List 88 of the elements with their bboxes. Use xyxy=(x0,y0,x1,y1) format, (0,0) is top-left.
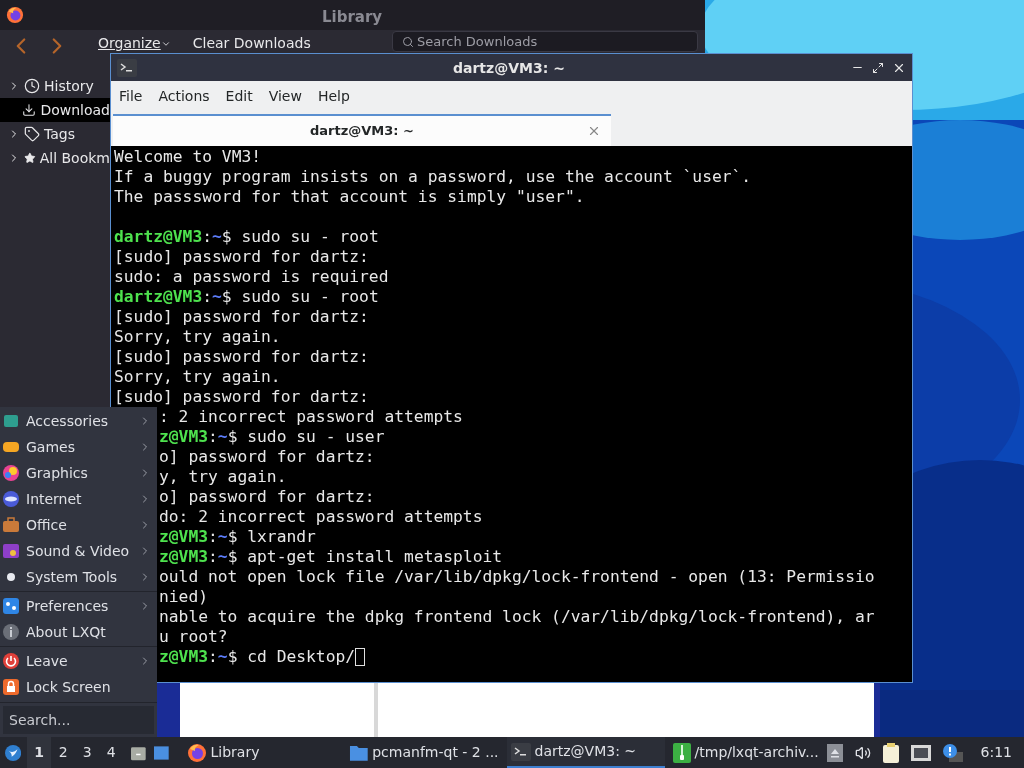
window-title: dartz@VM3: ~ xyxy=(453,59,565,78)
search-icon xyxy=(402,36,414,48)
workspace-button[interactable]: 1 xyxy=(27,737,52,768)
folder-icon xyxy=(348,743,369,762)
terminal-line: sudo: a password is required xyxy=(114,267,389,287)
task-button[interactable]: pcmanfm-qt - 2 ... xyxy=(344,737,503,768)
terminal-line: z@VM3:~$ lxrandr xyxy=(159,527,316,547)
power-icon xyxy=(2,652,20,670)
terminal-line: If a buggy program insists on a password, use the account `user`. xyxy=(114,167,752,187)
search-field[interactable]: Search... xyxy=(3,706,154,734)
settings-icon xyxy=(2,597,20,615)
organize-button[interactable]: Organize xyxy=(98,33,171,54)
volume-icon[interactable] xyxy=(854,744,871,761)
archive-icon xyxy=(672,742,691,763)
clear-downloads-button[interactable]: Clear Downloads xyxy=(192,33,311,54)
terminal-line: nied) xyxy=(159,587,208,607)
terminal-line: nable to acquire the dpkg frontend lock (/var/lib/dpkg/lock-frontend), ar xyxy=(159,607,875,627)
menu-item[interactable]: View xyxy=(264,86,306,107)
browser-icon xyxy=(186,742,207,763)
clock[interactable]: 6:11 xyxy=(980,742,1012,763)
search-field[interactable]: Search Downloads xyxy=(392,31,698,52)
terminal-line: u root? xyxy=(159,627,228,647)
terminal-line: The passsword for that account is simply "user". xyxy=(114,187,585,207)
globe-icon xyxy=(2,490,20,508)
task-button[interactable]: dartz@VM3: ~ xyxy=(506,737,665,768)
info-icon xyxy=(2,623,20,641)
star-icon xyxy=(24,150,36,166)
menu-item[interactable]: Edit xyxy=(221,86,257,107)
terminal-line: o] password for dartz: xyxy=(159,487,375,507)
terminal-line: Sorry, try again. xyxy=(114,327,281,347)
close-tab-icon[interactable] xyxy=(587,124,601,138)
tag-icon xyxy=(24,126,40,142)
network-icon[interactable] xyxy=(910,744,931,761)
media-icon xyxy=(2,542,20,560)
terminal-line: o] password for dartz: xyxy=(159,447,375,467)
terminal-line: ould not open lock file /var/lib/dpkg/lock-frontend - open (13: Permissio xyxy=(159,567,875,587)
notification-icon[interactable] xyxy=(942,743,963,762)
terminal-line: dartz@VM3:~$ sudo su - root xyxy=(114,287,379,307)
menu-item[interactable]: Office xyxy=(0,512,157,538)
terminal-line: [sudo] password for dartz: xyxy=(114,247,369,267)
menu-item[interactable]: Internet xyxy=(0,486,157,512)
terminal-line: Welcome to VM3! xyxy=(114,147,262,167)
maximize-button[interactable] xyxy=(872,61,884,74)
terminal-line: z@VM3:~$ apt-get install metasploit xyxy=(159,547,503,567)
browser-icon xyxy=(6,6,24,24)
terminal-line: y, try again. xyxy=(159,467,287,487)
menu-item[interactable]: System Tools xyxy=(0,564,157,590)
workspace-button[interactable]: 4 xyxy=(99,737,124,768)
menu-item[interactable]: Leave xyxy=(0,648,157,674)
sidebar-item[interactable]: Tags xyxy=(0,122,110,146)
sidebar-item[interactable]: All Bookm xyxy=(0,146,110,170)
download-icon xyxy=(22,102,37,118)
terminal-tab[interactable]: dartz@VM3: ~ xyxy=(113,114,611,146)
workspace-button[interactable]: 2 xyxy=(51,737,76,768)
clipboard-icon[interactable] xyxy=(882,742,899,763)
task-button[interactable]: /tmp/lxqt-archiv... xyxy=(668,737,827,768)
sidebar-item[interactable]: History xyxy=(0,74,110,98)
menu-item[interactable]: Accessories xyxy=(0,408,157,434)
desktop-icon[interactable] xyxy=(153,743,169,762)
terminal-icon xyxy=(510,742,531,761)
terminal-line: z@VM3:~$ cd Desktop/ xyxy=(159,647,356,667)
terminal-line: [sudo] password for dartz: xyxy=(114,347,369,367)
terminal-line: [sudo] password for dartz: xyxy=(114,387,369,407)
menu-item[interactable]: About LXQt xyxy=(0,619,157,645)
terminal-icon xyxy=(117,58,137,77)
terminal-line: z@VM3:~$ sudo su - user xyxy=(159,427,385,447)
terminal-line: do: 2 incorrect password attempts xyxy=(159,507,483,527)
menu-item[interactable]: Graphics xyxy=(0,460,157,486)
menu-item[interactable]: Actions xyxy=(154,86,214,107)
task-button[interactable]: Library xyxy=(182,737,341,768)
workspace-button[interactable]: 3 xyxy=(75,737,100,768)
menu-item[interactable]: Help xyxy=(313,86,354,107)
sidebar-item[interactable]: Download xyxy=(0,98,110,122)
lock-icon xyxy=(2,678,20,696)
menu-item[interactable]: Sound & Video xyxy=(0,538,157,564)
eject-icon[interactable] xyxy=(826,743,843,762)
menu-item[interactable]: Preferences xyxy=(0,593,157,619)
terminal-line: [sudo] password for dartz: xyxy=(114,307,369,327)
menu-item[interactable]: Games xyxy=(0,434,157,460)
window-title: Library xyxy=(322,7,383,28)
terminal-line: Sorry, try again. xyxy=(114,367,281,387)
menu-item[interactable]: Lock Screen xyxy=(0,674,157,700)
menu-item[interactable]: File xyxy=(115,86,147,107)
terminal-line: : 2 incorrect password attempts xyxy=(159,407,463,427)
palette-icon xyxy=(2,464,20,482)
clock-icon xyxy=(24,78,40,94)
briefcase-icon xyxy=(2,516,20,534)
terminal-line: dartz@VM3:~$ sudo su - root xyxy=(114,227,379,247)
